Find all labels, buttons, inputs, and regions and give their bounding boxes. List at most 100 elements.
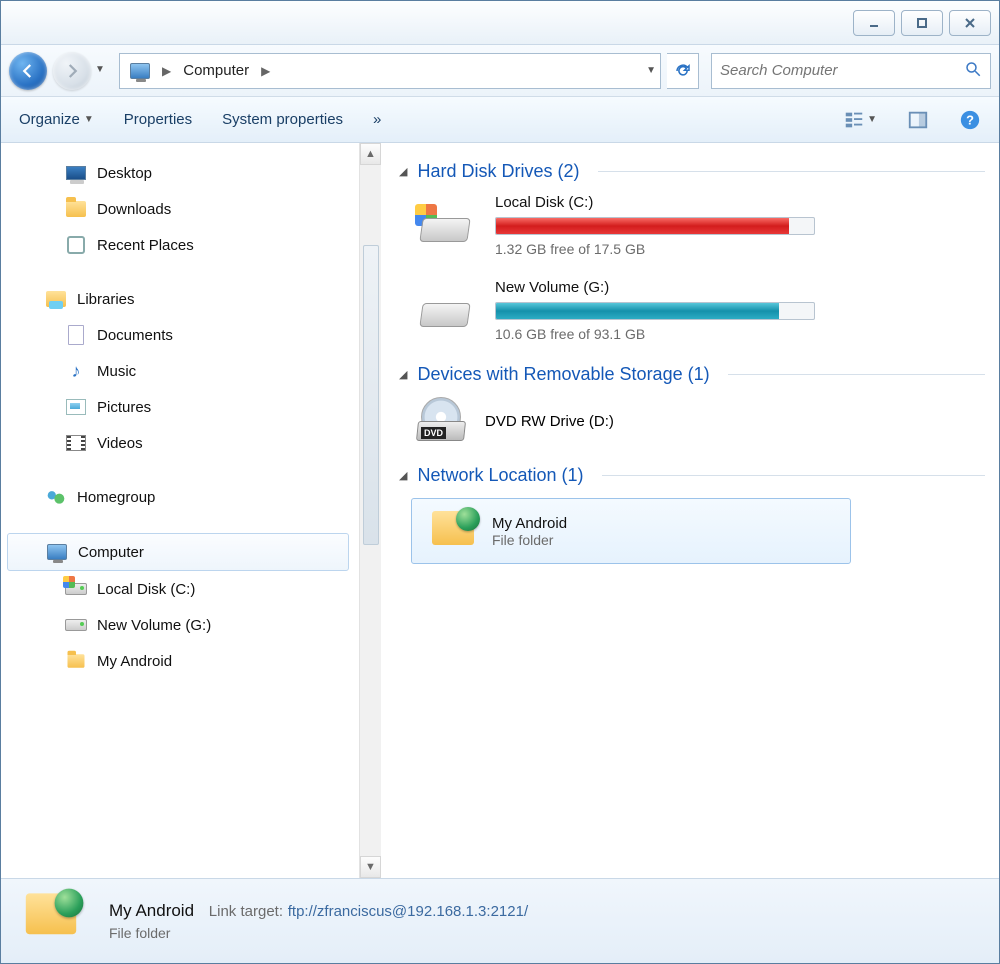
search-input[interactable]: [720, 62, 964, 79]
recent-icon: [67, 236, 85, 254]
change-view-button[interactable]: ▼: [843, 109, 877, 131]
sidebar-item-homegroup[interactable]: Homegroup: [1, 479, 355, 515]
breadcrumb[interactable]: ▶ Computer ▶ ▼: [119, 53, 661, 89]
drive-usage-bar: [495, 302, 815, 320]
item-name: My Android: [492, 515, 567, 532]
sidebar-item-label: Recent Places: [97, 237, 194, 254]
close-button[interactable]: [949, 10, 991, 36]
collapse-caret-icon[interactable]: ◢: [399, 469, 407, 482]
navigation-pane: Desktop Downloads Recent Places Librarie…: [1, 143, 381, 878]
computer-icon: [130, 63, 150, 79]
properties-button[interactable]: Properties: [124, 111, 192, 128]
network-item-my-android[interactable]: My Android File folder: [411, 498, 851, 564]
sidebar-item-label: Libraries: [77, 291, 135, 308]
titlebar: [1, 1, 999, 45]
hdd-icon: [411, 198, 479, 254]
libraries-icon: [46, 291, 66, 307]
sidebar-item-label: Documents: [97, 327, 173, 344]
sidebar-item-desktop[interactable]: Desktop: [1, 155, 355, 191]
sidebar-item-label: Music: [97, 363, 136, 380]
sidebar-item-new-volume-g[interactable]: New Volume (G:): [1, 607, 355, 643]
sidebar-item-documents[interactable]: Documents: [1, 317, 355, 353]
section-rule: [728, 374, 985, 375]
drive-name: DVD RW Drive (D:): [485, 413, 614, 430]
back-button[interactable]: [9, 52, 47, 90]
breadcrumb-arrow-icon[interactable]: ▶: [259, 64, 272, 78]
breadcrumb-arrow-icon[interactable]: ▶: [160, 64, 173, 78]
section-rule: [602, 475, 985, 476]
main-view: ◢ Hard Disk Drives (2) Local Disk (C:) 1…: [381, 143, 999, 878]
svg-text:?: ?: [966, 112, 974, 127]
search-box[interactable]: [711, 53, 991, 89]
selected-item-type: File folder: [109, 925, 528, 941]
sidebar-item-label: Desktop: [97, 165, 152, 182]
organize-menu[interactable]: Organize ▼: [19, 111, 94, 128]
sidebar-item-label: Computer: [78, 544, 144, 561]
folder-icon: [66, 201, 86, 217]
sidebar-item-videos[interactable]: Videos: [1, 425, 355, 461]
section-removable-storage[interactable]: ◢ Devices with Removable Storage (1): [399, 364, 985, 385]
collapse-caret-icon[interactable]: ◢: [399, 368, 407, 381]
section-network-location[interactable]: ◢ Network Location (1): [399, 465, 985, 486]
sidebar-item-label: Homegroup: [77, 489, 155, 506]
maximize-button[interactable]: [901, 10, 943, 36]
network-folder-icon: [428, 509, 478, 553]
sidebar-scrollbar[interactable]: ▲ ▼: [359, 143, 381, 878]
refresh-button[interactable]: [667, 53, 699, 89]
favorites-group: Desktop Downloads Recent Places: [1, 155, 355, 263]
drive-name: Local Disk (C:): [495, 194, 985, 211]
sidebar-item-libraries[interactable]: Libraries: [1, 281, 355, 317]
hdd-icon: [411, 283, 479, 339]
sidebar-item-downloads[interactable]: Downloads: [1, 191, 355, 227]
sidebar-item-local-disk-c[interactable]: Local Disk (C:): [1, 571, 355, 607]
section-hard-disk-drives[interactable]: ◢ Hard Disk Drives (2): [399, 161, 985, 182]
details-pane: My Android Link target: ftp://zfranciscu…: [1, 879, 999, 963]
drive-name: New Volume (G:): [495, 279, 985, 296]
network-folder-icon: [21, 891, 89, 951]
netfolder-icon: [65, 650, 87, 672]
scroll-down-icon[interactable]: ▼: [360, 856, 381, 878]
breadcrumb-location[interactable]: Computer: [177, 60, 255, 81]
item-type: File folder: [492, 532, 567, 548]
drive-stats: 10.6 GB free of 93.1 GB: [495, 326, 985, 342]
sidebar-item-label: Local Disk (C:): [97, 581, 195, 598]
drive-stats: 1.32 GB free of 17.5 GB: [495, 241, 985, 257]
pictures-icon: [66, 399, 86, 415]
document-icon: [68, 325, 84, 345]
sidebar-item-label: Downloads: [97, 201, 171, 218]
property-value: ftp://zfranciscus@192.168.1.3:2121/: [288, 903, 528, 920]
homegroup-group: Homegroup: [1, 479, 355, 515]
sidebar-item-label: New Volume (G:): [97, 617, 211, 634]
section-title: Hard Disk Drives (2): [417, 161, 579, 182]
drive-icon: [65, 619, 87, 631]
computer-group: Computer Local Disk (C:) New Volume (G:)…: [1, 533, 355, 679]
sidebar-item-music[interactable]: ♪Music: [1, 353, 355, 389]
drive-new-volume-g[interactable]: New Volume (G:) 10.6 GB free of 93.1 GB: [411, 279, 985, 342]
sidebar-item-my-android[interactable]: My Android: [1, 643, 355, 679]
minimize-button[interactable]: [853, 10, 895, 36]
sidebar-item-computer[interactable]: Computer: [7, 533, 349, 571]
sidebar-item-pictures[interactable]: Pictures: [1, 389, 355, 425]
scroll-up-icon[interactable]: ▲: [360, 143, 381, 165]
toolbar-overflow[interactable]: »: [373, 111, 381, 128]
search-icon[interactable]: [964, 60, 982, 82]
sidebar-item-label: My Android: [97, 653, 172, 670]
drive-usage-bar: [495, 217, 815, 235]
scroll-thumb[interactable]: [363, 245, 379, 545]
content-area: Desktop Downloads Recent Places Librarie…: [1, 143, 999, 879]
videos-icon: [66, 435, 86, 451]
preview-pane-button[interactable]: [907, 109, 929, 131]
recent-locations-dropdown[interactable]: ▼: [95, 64, 109, 78]
drive-local-disk-c[interactable]: Local Disk (C:) 1.32 GB free of 17.5 GB: [411, 194, 985, 257]
collapse-caret-icon[interactable]: ◢: [399, 165, 407, 178]
selected-item-name: My Android: [109, 901, 194, 920]
toolbar: Organize ▼ Properties System properties …: [1, 97, 999, 143]
sidebar-item-recent-places[interactable]: Recent Places: [1, 227, 355, 263]
address-dropdown-icon[interactable]: ▼: [646, 65, 656, 76]
system-properties-button[interactable]: System properties: [222, 111, 343, 128]
address-bar: ▼ ▶ Computer ▶ ▼: [1, 45, 999, 97]
forward-button[interactable]: [53, 52, 91, 90]
help-button[interactable]: ?: [959, 109, 981, 131]
drive-dvd-rw[interactable]: DVD DVD RW Drive (D:): [411, 397, 985, 445]
homegroup-icon: [45, 486, 67, 508]
